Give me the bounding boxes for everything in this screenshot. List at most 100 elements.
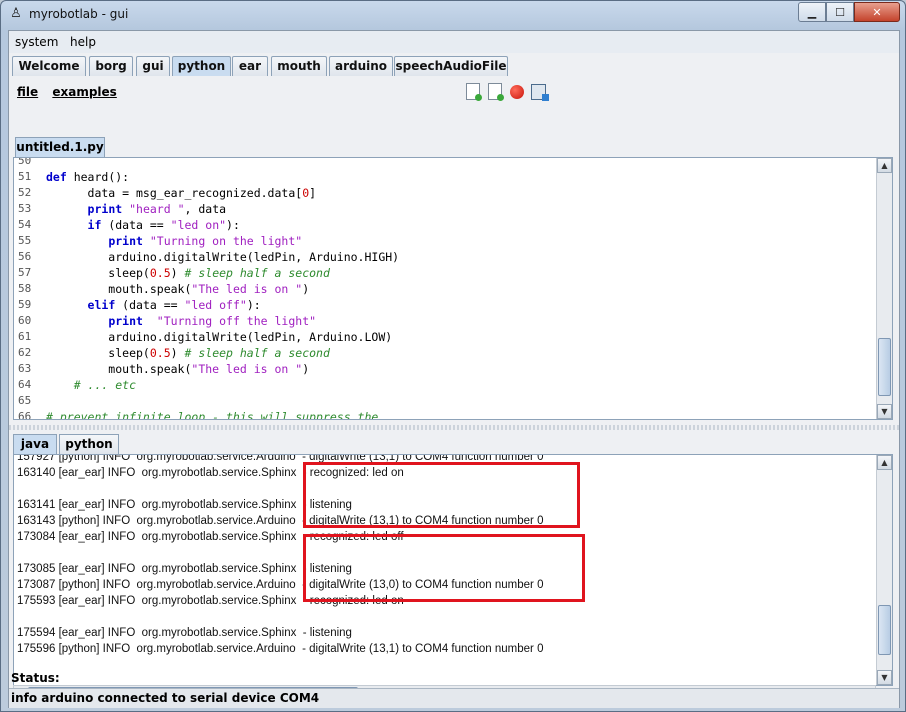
code-text: sleep(0.5) # sleep half a second	[46, 346, 330, 360]
minimize-button[interactable]: ▁	[798, 2, 826, 22]
tab-arduino[interactable]: arduino	[329, 56, 393, 76]
menu-examples[interactable]: examples	[52, 85, 116, 99]
line-number: 56	[18, 250, 32, 263]
robot-icon: ♙	[10, 6, 22, 21]
client-area: system help Welcome borg gui python ear …	[8, 30, 900, 708]
scrollbar-thumb[interactable]	[878, 605, 891, 655]
console-vertical-scrollbar[interactable]: ▲ ▼	[876, 455, 892, 685]
scrollbar-thumb[interactable]	[878, 338, 891, 396]
code-text: data = msg_ear_recognized.data[0]	[46, 186, 317, 200]
code-line: 50	[14, 157, 876, 169]
menu-bar: system help	[9, 31, 899, 53]
service-tabs: Welcome borg gui python ear mouth arduin…	[9, 55, 899, 78]
highlight-box	[303, 462, 580, 528]
code-text: print "Turning on the light"	[108, 234, 303, 248]
line-number: 54	[18, 218, 32, 231]
code-line: 60 print "Turning off the light"	[14, 313, 876, 329]
menu-system[interactable]: system	[15, 35, 58, 49]
line-number: 61	[18, 330, 32, 343]
code-line: 56 arduino.digitalWrite(ledPin, Arduino.…	[14, 249, 876, 265]
app-window: ♙ myrobotlab - gui ▁ ☐ ✕ system help Wel…	[0, 0, 906, 712]
line-number: 59	[18, 298, 32, 311]
tab-python-console[interactable]: python	[59, 434, 119, 454]
code-editor[interactable]: 50 51 def heard(): 52 data = msg_ear_recogn…	[13, 157, 893, 420]
code-line: 54 if (data == "led on"):	[14, 217, 876, 233]
line-number: 50	[18, 157, 32, 167]
highlight-box	[303, 534, 585, 602]
title-bar[interactable]: ♙ myrobotlab - gui ▁ ☐ ✕	[1, 1, 905, 29]
code-text: # prevent infinite loop - this will supp…	[46, 410, 379, 420]
line-number: 58	[18, 282, 32, 295]
code-line: 53 print "heard ", data	[14, 201, 876, 217]
code-text: arduino.digitalWrite(ledPin, Arduino.LOW…	[46, 330, 393, 344]
code-text: elif (data == "led off"):	[87, 298, 261, 312]
tab-borg[interactable]: borg	[89, 56, 133, 76]
scroll-down-icon[interactable]: ▼	[877, 670, 892, 685]
code-text: mouth.speak("The led is on ")	[46, 362, 310, 376]
tab-python[interactable]: python	[172, 56, 231, 76]
code-text: if (data == "led on"):	[87, 218, 240, 232]
tab-mouth[interactable]: mouth	[271, 56, 327, 76]
line-number: 57	[18, 266, 32, 279]
code-line: 57 sleep(0.5) # sleep half a second	[14, 265, 876, 281]
code-line: 52 data = msg_ear_recognized.data[0]	[14, 185, 876, 201]
code-line: 59 elif (data == "led off"):	[14, 297, 876, 313]
scroll-down-icon[interactable]: ▼	[877, 404, 892, 419]
scroll-up-icon[interactable]: ▲	[877, 455, 892, 470]
code-text: def heard():	[46, 170, 130, 184]
line-number: 65	[18, 394, 32, 407]
status-label: Status:	[11, 671, 60, 685]
python-panel: file examples untitled.1.py 50 51 def hear…	[9, 77, 899, 700]
new-file-icon[interactable]	[464, 83, 482, 101]
code-text: mouth.speak("The led is on ")	[46, 282, 310, 296]
code-line: 63 mouth.speak("The led is on ")	[14, 361, 876, 377]
code-text: print "heard ", data	[87, 202, 227, 216]
code-text: sleep(0.5) # sleep half a second	[46, 266, 330, 280]
code-line: 55 print "Turning on the light"	[14, 233, 876, 249]
code-line: 62 sleep(0.5) # sleep half a second	[14, 345, 876, 361]
log-line: 175594 [ear_ear] INFO org.myrobotlab.ser…	[17, 627, 352, 639]
line-number: 64	[18, 378, 32, 391]
code-text: print "Turning off the light"	[108, 314, 317, 328]
editor-vertical-scrollbar[interactable]: ▲ ▼	[876, 158, 892, 419]
save-file-icon[interactable]	[530, 83, 549, 101]
line-number: 62	[18, 346, 32, 359]
tab-speechaudiofile[interactable]: speechAudioFile	[394, 56, 508, 76]
tab-java-console[interactable]: java	[13, 434, 57, 454]
status-bar: info arduino connected to serial device …	[9, 688, 899, 708]
maximize-button[interactable]: ☐	[826, 2, 854, 22]
tab-ear[interactable]: ear	[232, 56, 268, 76]
window-title: myrobotlab - gui	[29, 7, 129, 21]
code-line: 61 arduino.digitalWrite(ledPin, Arduino.…	[14, 329, 876, 345]
tab-gui[interactable]: gui	[136, 56, 170, 76]
status-message: info arduino connected to serial device …	[11, 691, 320, 705]
python-toolbar	[464, 83, 549, 101]
line-number: 52	[18, 186, 32, 199]
tab-welcome[interactable]: Welcome	[12, 56, 86, 76]
split-divider[interactable]	[9, 425, 899, 430]
code-line: 51 def heard():	[14, 169, 876, 185]
code-line: 58 mouth.speak("The led is on ")	[14, 281, 876, 297]
editor-tab[interactable]: untitled.1.py	[15, 137, 105, 157]
code-line: 65	[14, 393, 876, 409]
code-lines: 50 51 def heard(): 52 data = msg_ear_recogn…	[14, 157, 876, 420]
code-text: arduino.digitalWrite(ledPin, Arduino.HIG…	[46, 250, 400, 264]
python-menu: file examples	[17, 85, 127, 99]
open-file-icon[interactable]	[486, 83, 504, 101]
log-line: 175596 [python] INFO org.myrobotlab.serv…	[17, 643, 544, 655]
line-number: 60	[18, 314, 32, 327]
line-number: 66	[18, 410, 32, 420]
code-line: 66 # prevent infinite loop - this will su…	[14, 409, 876, 420]
scroll-up-icon[interactable]: ▲	[877, 158, 892, 173]
code-line: 64 # ... etc	[14, 377, 876, 393]
line-number: 53	[18, 202, 32, 215]
line-number: 51	[18, 170, 32, 183]
code-text: # ... etc	[73, 378, 137, 392]
line-number: 55	[18, 234, 32, 247]
close-button[interactable]: ✕	[854, 2, 900, 22]
line-number: 63	[18, 362, 32, 375]
menu-file[interactable]: file	[17, 85, 38, 99]
menu-help[interactable]: help	[70, 35, 96, 49]
record-icon[interactable]	[508, 83, 525, 100]
